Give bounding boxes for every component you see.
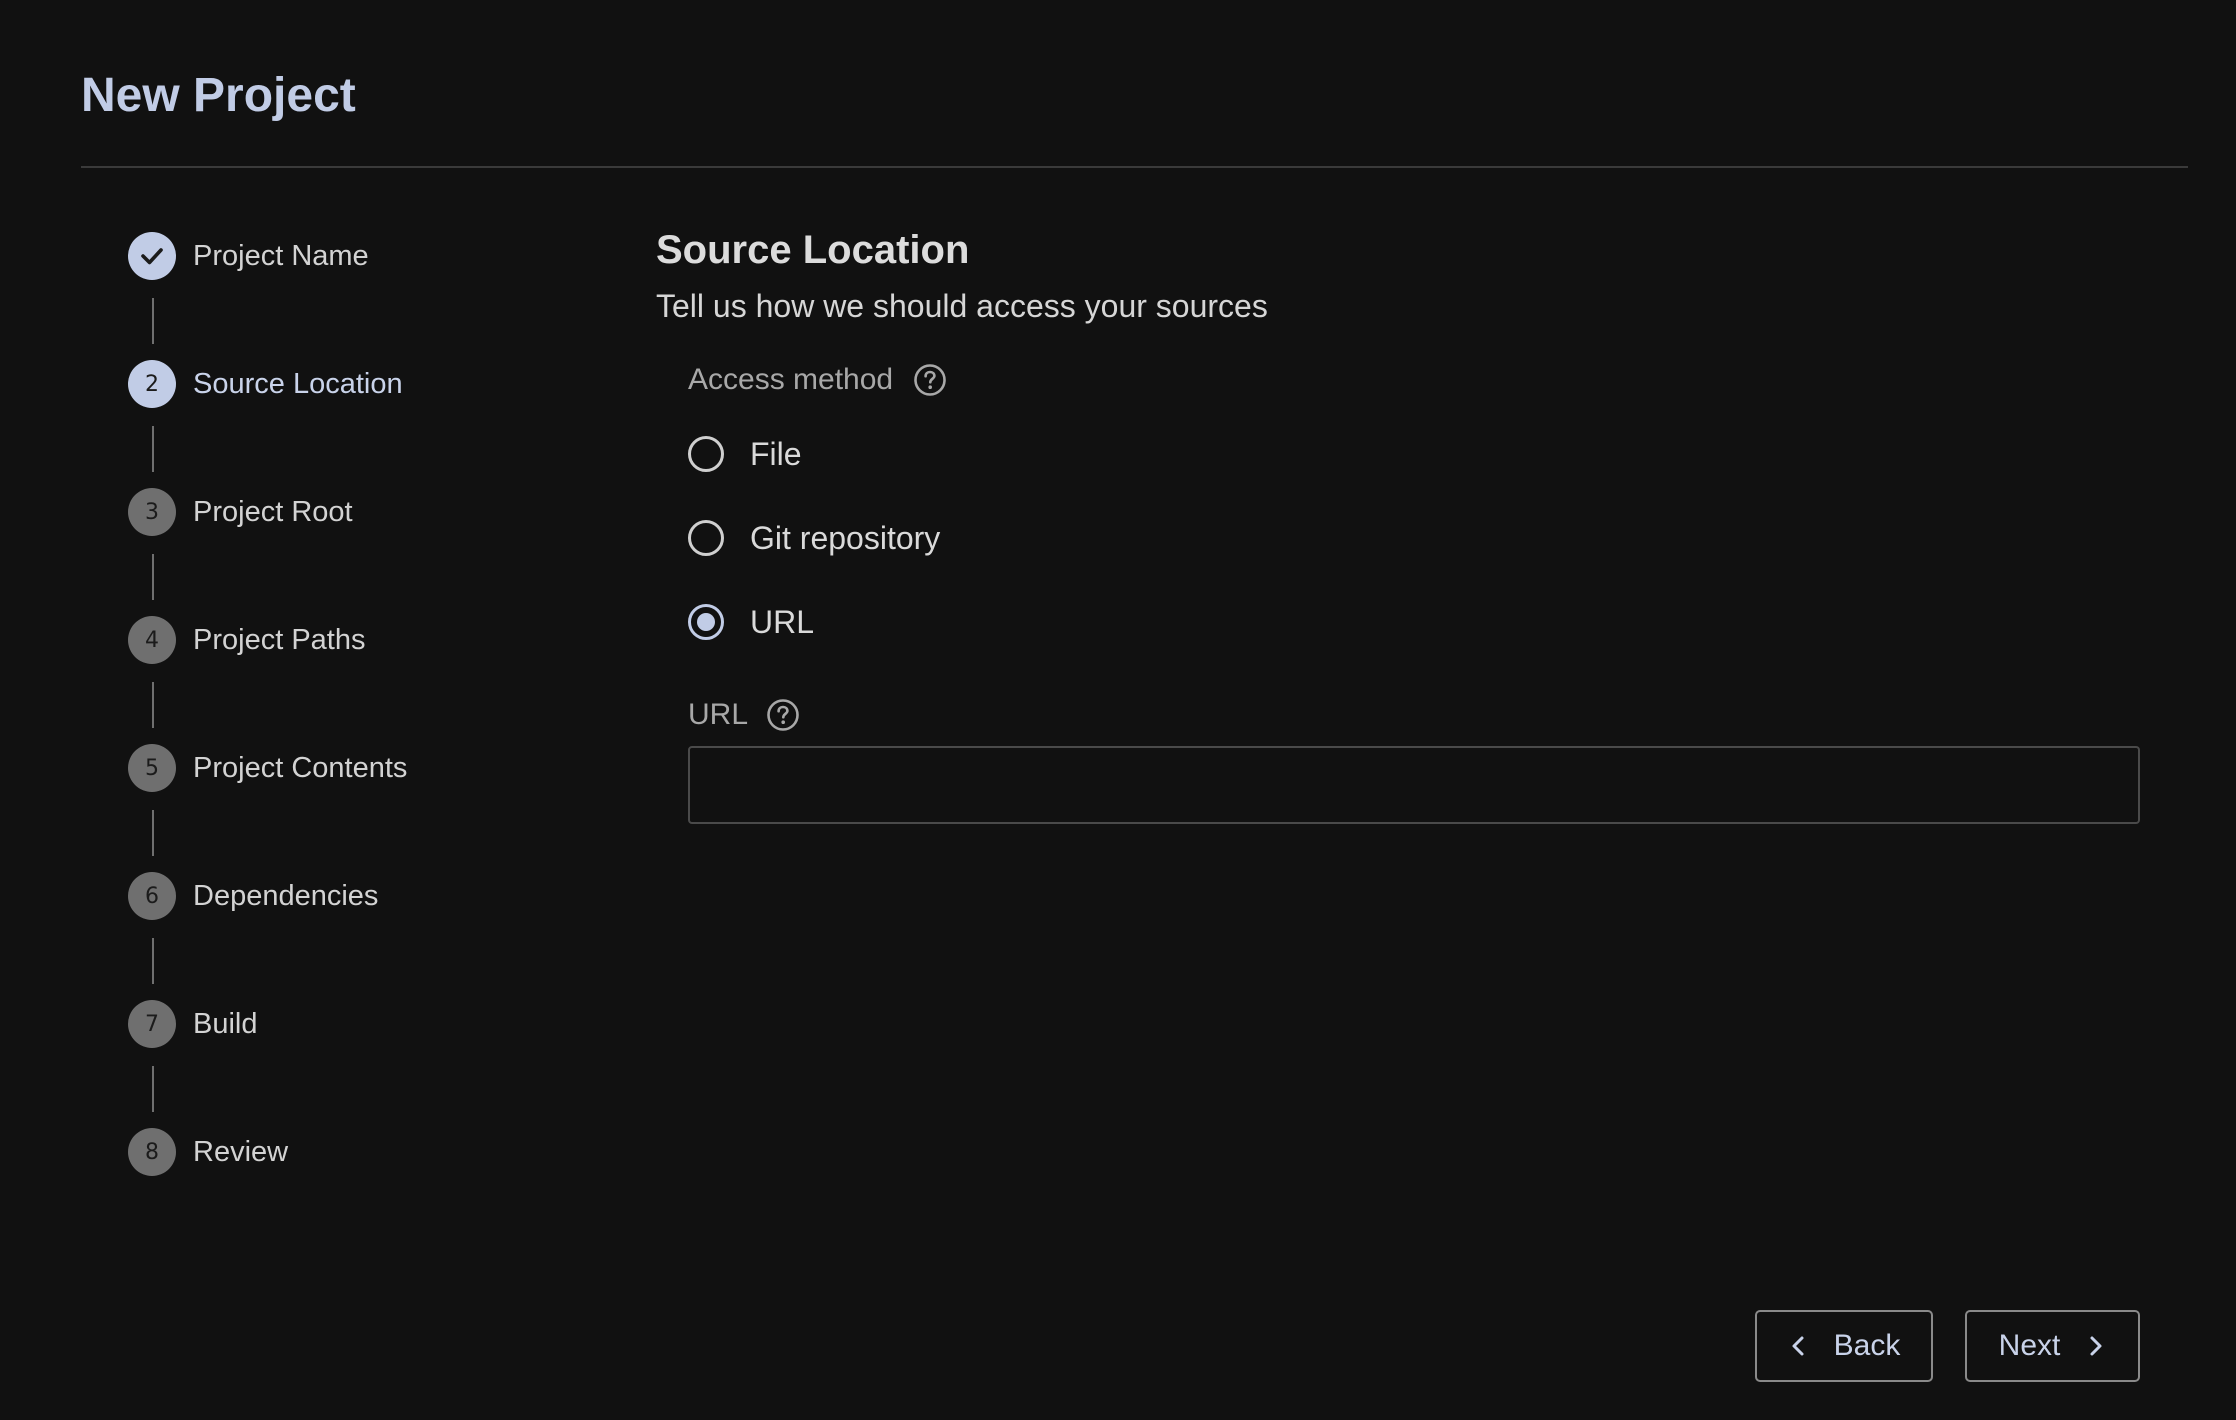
radio-button[interactable]	[688, 520, 724, 556]
step-connector	[152, 810, 154, 856]
step-connector	[152, 1066, 154, 1112]
radio-button-selected[interactable]	[688, 604, 724, 640]
radio-label: Git repository	[750, 519, 941, 556]
step-review[interactable]: 8 Review	[128, 1128, 288, 1176]
radio-label: URL	[750, 603, 815, 640]
question-circle-icon[interactable]	[766, 698, 800, 732]
step-connector	[152, 426, 154, 472]
section-title: Source Location	[656, 228, 970, 272]
step-number: 2	[128, 360, 176, 408]
back-button[interactable]: Back	[1755, 1310, 1933, 1382]
step-label: Source Location	[193, 367, 403, 400]
step-label: Dependencies	[193, 879, 379, 912]
next-button-label: Next	[1998, 1329, 2061, 1362]
step-project-paths[interactable]: 4 Project Paths	[128, 616, 365, 664]
step-label: Project Name	[193, 239, 369, 272]
check-icon-svg	[141, 248, 163, 265]
step-number: 8	[128, 1128, 176, 1176]
step-number: 5	[128, 744, 176, 792]
step-build[interactable]: 7 Build	[128, 1000, 258, 1048]
step-label: Project Paths	[193, 623, 366, 656]
radio-selected-dot	[697, 613, 715, 631]
radio-option-git-repository[interactable]: Git repository	[688, 516, 940, 560]
next-button[interactable]: Next	[1965, 1310, 2140, 1382]
url-field-label-text: URL	[688, 698, 749, 731]
back-button-label: Back	[1833, 1329, 1901, 1362]
url-input[interactable]	[688, 746, 2140, 824]
chevron-left-icon	[1792, 1336, 1804, 1356]
step-connector	[152, 938, 154, 984]
radio-option-url[interactable]: URL	[688, 600, 814, 644]
radio-label: File	[750, 435, 802, 472]
header-divider	[81, 166, 2188, 168]
step-source-location[interactable]: 2 Source Location	[128, 360, 403, 408]
step-label: Project Contents	[193, 751, 408, 784]
step-project-name[interactable]: Project Name	[128, 232, 369, 280]
step-number: 3	[128, 488, 176, 536]
check-icon	[128, 232, 176, 280]
step-number: 7	[128, 1000, 176, 1048]
step-project-root[interactable]: 3 Project Root	[128, 488, 353, 536]
access-method-label: Access method	[688, 360, 947, 400]
step-connector	[152, 682, 154, 728]
step-number: 6	[128, 872, 176, 920]
step-label: Review	[193, 1135, 289, 1168]
chevron-right-icon	[2090, 1336, 2102, 1356]
page-title: New Project	[81, 69, 356, 122]
step-label: Project Root	[193, 495, 353, 528]
step-label: Build	[193, 1007, 258, 1040]
url-field-label: URL	[688, 695, 800, 735]
radio-button[interactable]	[688, 436, 724, 472]
question-circle-icon-svg	[767, 699, 799, 731]
radio-option-file[interactable]: File	[688, 432, 802, 476]
step-connector	[152, 554, 154, 600]
step-connector	[152, 298, 154, 344]
access-method-label-text: Access method	[688, 363, 894, 396]
step-number: 4	[128, 616, 176, 664]
question-circle-icon[interactable]	[913, 363, 947, 397]
step-project-contents[interactable]: 5 Project Contents	[128, 744, 407, 792]
section-subtitle: Tell us how we should access your source…	[656, 288, 1268, 324]
step-dependencies[interactable]: 6 Dependencies	[128, 872, 378, 920]
question-circle-icon-svg	[914, 364, 946, 396]
